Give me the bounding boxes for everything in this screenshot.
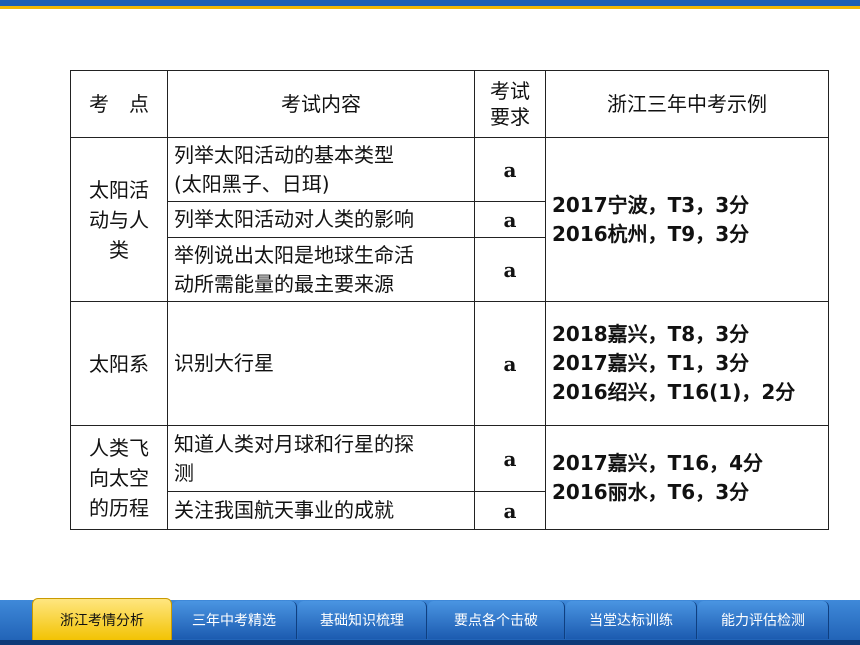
table-row: 太阳活 动与人 类 列举太阳活动的基本类型 (太阳黑子、日珥) a 2017宁波… (70, 137, 829, 302)
tab-in-class-training[interactable]: 当堂达标训练 (566, 601, 697, 639)
requirement-cell: a (474, 237, 546, 302)
examples-cell: 2017宁波，T3，3分 2016杭州，T9，3分 (545, 137, 829, 302)
content-cell: 知道人类对月球和行星的探 测 (167, 425, 475, 492)
content-cell: 列举太阳活动的基本类型 (太阳黑子、日珥) (167, 137, 475, 202)
requirement-cell: a (474, 425, 546, 492)
tab-zhejiang-analysis[interactable]: 浙江考情分析 (32, 598, 172, 642)
topic-cell: 太阳活 动与人 类 (70, 137, 168, 302)
tab-basic-knowledge[interactable]: 基础知识梳理 (298, 601, 427, 639)
header-examples: 浙江三年中考示例 (545, 70, 829, 138)
table-row: 太阳系 识别大行星 a 2018嘉兴，T8，3分 2017嘉兴，T1，3分 20… (70, 301, 829, 426)
table-header-row: 考 点 考试内容 考试 要求 浙江三年中考示例 (70, 70, 829, 138)
content-cell: 举例说出太阳是地球生命活 动所需能量的最主要来源 (167, 237, 475, 302)
content-cell: 识别大行星 (167, 301, 475, 426)
topic-cell: 太阳系 (70, 301, 168, 426)
header-topic: 考 点 (70, 70, 168, 138)
header-requirement: 考试 要求 (474, 70, 546, 138)
tab-ability-assessment[interactable]: 能力评估检测 (698, 601, 829, 639)
tab-three-year-exams[interactable]: 三年中考精选 (172, 601, 297, 639)
tab-key-points[interactable]: 要点各个击破 (428, 601, 565, 639)
examples-cell: 2018嘉兴，T8，3分 2017嘉兴，T1，3分 2016绍兴，T16(1)，… (545, 301, 829, 426)
requirement-cell: a (474, 137, 546, 202)
content-cell: 关注我国航天事业的成就 (167, 491, 475, 530)
requirement-cell: a (474, 301, 546, 426)
top-gold-bar (0, 6, 860, 9)
exam-points-table: 考 点 考试内容 考试 要求 浙江三年中考示例 太阳活 动与人 类 列举太阳活动… (70, 70, 829, 530)
requirement-cell: a (474, 491, 546, 530)
examples-cell: 2017嘉兴，T16，4分 2016丽水，T6，3分 (545, 425, 829, 530)
table-row: 人类飞 向太空 的历程 知道人类对月球和行星的探 测 a 2017嘉兴，T16，… (70, 425, 829, 530)
topic-cell: 人类飞 向太空 的历程 (70, 425, 168, 530)
requirement-cell: a (474, 201, 546, 238)
content-cell: 列举太阳活动对人类的影响 (167, 201, 475, 238)
bottom-dark-strip (0, 640, 860, 645)
header-content: 考试内容 (167, 70, 475, 138)
